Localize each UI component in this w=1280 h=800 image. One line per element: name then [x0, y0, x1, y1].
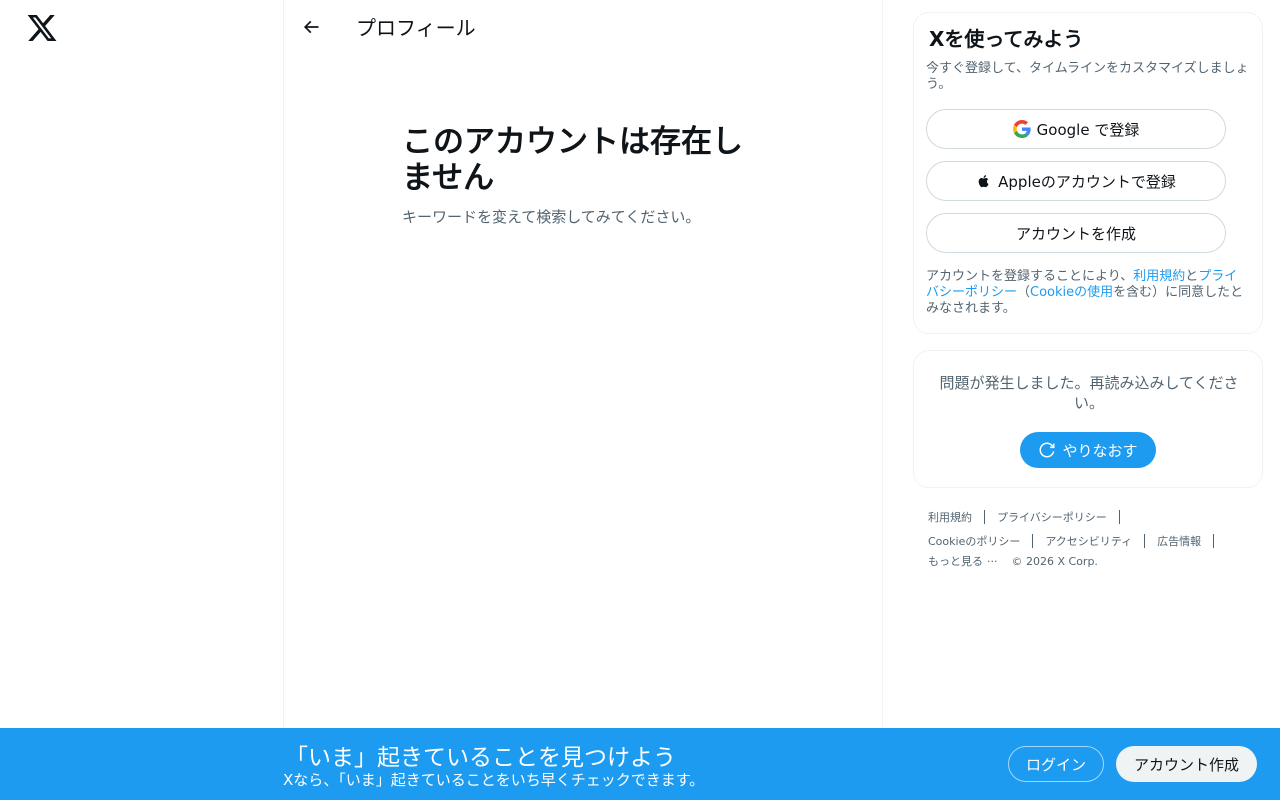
footer-cookie-link[interactable]: Cookieのポリシー [928, 533, 1020, 549]
footer-ads-link[interactable]: 広告情報 [1157, 533, 1201, 549]
footer-divider [1144, 534, 1146, 548]
footer-divider [1213, 534, 1215, 548]
page-title: プロフィール [356, 16, 476, 40]
bottom-signup-banner: 「いま」起きていることを見つけよう Xなら、「いま」起きていることをいち早くチェ… [0, 728, 1280, 800]
login-button[interactable]: ログイン [1008, 746, 1104, 782]
back-button[interactable] [294, 10, 328, 44]
footer-more-link[interactable]: もっと見る ··· [928, 553, 998, 569]
copyright: © 2026 X Corp. [1011, 554, 1098, 568]
left-navigation [0, 0, 284, 800]
footer-privacy-link[interactable]: プライバシーポリシー [997, 509, 1107, 525]
retry-label: やりなおす [1062, 441, 1138, 460]
terms-link[interactable]: 利用規約 [1133, 269, 1185, 284]
legal-open-paren: （ [1017, 285, 1031, 300]
create-account-label: アカウントを作成 [1015, 224, 1136, 243]
arrow-left-icon [303, 20, 319, 34]
banner-subtitle: Xなら、「いま」起きていることをいち早くチェックできます。 [283, 771, 705, 789]
footer-accessibility-link[interactable]: アクセシビリティ [1045, 533, 1132, 549]
banner-title: 「いま」起きていることを見つけよう [285, 745, 676, 771]
footer-divider [1032, 534, 1034, 548]
main-column: プロフィール このアカウントは存在しません キーワードを変えて検索してみてくださ… [284, 0, 883, 800]
apple-signup-label: Appleのアカウントで登録 [998, 172, 1176, 191]
legal-prefix: アカウントを登録することにより、 [926, 269, 1134, 284]
footer-divider [984, 510, 985, 524]
error-message: 問題が発生しました。再読み込みしてください。 [939, 374, 1239, 412]
apple-signup-button[interactable]: Appleのアカウントで登録 [926, 161, 1226, 201]
x-logo-icon[interactable] [26, 12, 58, 44]
signup-title: Xを使ってみよう [929, 27, 1084, 51]
signup-card: Xを使ってみよう 今すぐ登録して、タイムラインをカスタマイズしましょう。 Goo… [913, 12, 1263, 334]
banner-create-account-button[interactable]: アカウント作成 [1116, 746, 1257, 782]
cookie-use-link[interactable]: Cookieの使用 [1030, 285, 1113, 300]
empty-state-subtitle: キーワードを変えて検索してみてください。 [402, 208, 701, 226]
footer-more-label: もっと見る [928, 555, 983, 568]
signup-legal-text: アカウントを登録することにより、利用規約とプライバシーポリシー（Cookieの使… [926, 269, 1248, 317]
footer-terms-link[interactable]: 利用規約 [928, 509, 972, 525]
retry-button[interactable]: やりなおす [1020, 432, 1156, 468]
refresh-icon [1039, 442, 1055, 458]
footer-divider [1118, 510, 1120, 524]
create-account-button[interactable]: アカウントを作成 [926, 213, 1226, 253]
apple-icon [978, 175, 989, 188]
error-card: 問題が発生しました。再読み込みしてください。 やりなおす [913, 350, 1263, 488]
google-signup-label: Google で登録 [1036, 120, 1140, 139]
empty-state-title: このアカウントは存在しません [402, 124, 743, 196]
google-signup-button[interactable]: Google で登録 [926, 109, 1226, 149]
google-icon [1012, 120, 1031, 138]
profile-header: プロフィール [284, 0, 883, 53]
legal-and: と [1185, 269, 1199, 284]
signup-subtitle: 今すぐ登録して、タイムラインをカスタマイズしましょう。 [926, 61, 1249, 92]
more-dots-icon: ··· [987, 555, 998, 568]
